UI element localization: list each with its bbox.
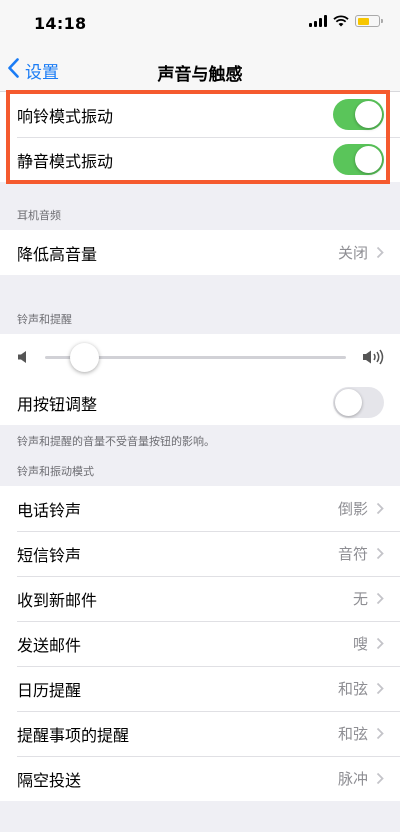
- chevron-right-icon: [376, 547, 384, 560]
- status-bar: 14:18: [0, 0, 400, 48]
- chevron-right-icon: [376, 772, 384, 785]
- pattern-label: 短信铃声: [17, 545, 82, 565]
- chevron-right-icon: [376, 682, 384, 695]
- volume-high-icon: [362, 349, 384, 365]
- pattern-label: 日历提醒: [17, 680, 82, 700]
- chevron-right-icon: [376, 246, 384, 259]
- change-with-buttons-row: 用按钮调整: [0, 380, 400, 425]
- wifi-icon: [333, 15, 349, 27]
- silent-vibrate-label: 静音模式振动: [17, 151, 114, 171]
- pattern-value: 倒影: [337, 500, 368, 518]
- reduce-loud-audio-label: 降低高音量: [17, 244, 98, 264]
- headphone-group: 降低高音量 关闭: [0, 230, 400, 275]
- navigation-bar: 设置 声音与触感: [0, 48, 400, 92]
- chevron-right-icon: [376, 592, 384, 605]
- pattern-label: 发送邮件: [17, 635, 82, 655]
- pattern-value: 音符: [337, 545, 368, 563]
- headphone-section-header: 耳机音频: [17, 209, 61, 222]
- pattern-value: 脉冲: [337, 770, 368, 788]
- pattern-value: 嗖: [352, 635, 368, 653]
- ringer-volume-row: [0, 334, 400, 380]
- pattern-row[interactable]: 收到新邮件 无: [0, 576, 400, 621]
- battery-icon: [355, 15, 383, 27]
- cellular-signal-icon: [309, 15, 327, 27]
- ring-vibrate-row: 响铃模式振动: [0, 92, 400, 137]
- pattern-value: 和弦: [337, 725, 368, 743]
- reduce-loud-audio-row[interactable]: 降低高音量 关闭: [0, 230, 400, 275]
- pattern-value: 和弦: [337, 680, 368, 698]
- ringer-footer-note: 铃声和提醒的音量不受音量按钮的影响。: [17, 435, 215, 448]
- ring-vibrate-label: 响铃模式振动: [17, 106, 114, 126]
- volume-low-icon: [17, 350, 29, 364]
- page-title: 声音与触感: [157, 65, 243, 85]
- chevron-right-icon: [376, 502, 384, 515]
- ringer-group: 用按钮调整: [0, 334, 400, 425]
- pattern-row[interactable]: 短信铃声 音符: [0, 531, 400, 576]
- pattern-label: 隔空投送: [17, 770, 82, 790]
- pattern-row[interactable]: 发送邮件 嗖: [0, 621, 400, 666]
- chevron-right-icon: [376, 637, 384, 650]
- slider-thumb[interactable]: [70, 342, 100, 372]
- silent-vibrate-row: 静音模式振动: [0, 137, 400, 182]
- pattern-label: 电话铃声: [17, 500, 82, 520]
- change-with-buttons-label: 用按钮调整: [17, 394, 98, 414]
- pattern-row[interactable]: 日历提醒 和弦: [0, 666, 400, 711]
- pattern-label: 提醒事项的提醒: [17, 725, 130, 745]
- pattern-value: 无: [352, 590, 368, 608]
- pattern-row[interactable]: 提醒事项的提醒 和弦: [0, 711, 400, 756]
- change-with-buttons-toggle[interactable]: [333, 387, 384, 418]
- patterns-section-header: 铃声和振动模式: [17, 465, 94, 478]
- chevron-right-icon: [376, 727, 384, 740]
- ringer-volume-slider[interactable]: [45, 342, 346, 372]
- silent-vibrate-toggle[interactable]: [333, 144, 384, 175]
- ring-vibrate-toggle[interactable]: [333, 99, 384, 130]
- status-icons: [309, 15, 383, 27]
- pattern-row[interactable]: 隔空投送 脉冲: [0, 756, 400, 801]
- reduce-loud-audio-value: 关闭: [337, 244, 368, 262]
- pattern-row[interactable]: 电话铃声 倒影: [0, 486, 400, 531]
- pattern-label: 收到新邮件: [17, 590, 98, 610]
- patterns-group: 电话铃声 倒影 短信铃声 音符 收到新邮件 无 发送邮件 嗖 日历提醒 和弦 提…: [0, 486, 400, 801]
- vibration-group: 响铃模式振动 静音模式振动: [0, 92, 400, 182]
- status-time: 14:18: [34, 14, 87, 33]
- ringer-section-header: 铃声和提醒: [17, 313, 72, 326]
